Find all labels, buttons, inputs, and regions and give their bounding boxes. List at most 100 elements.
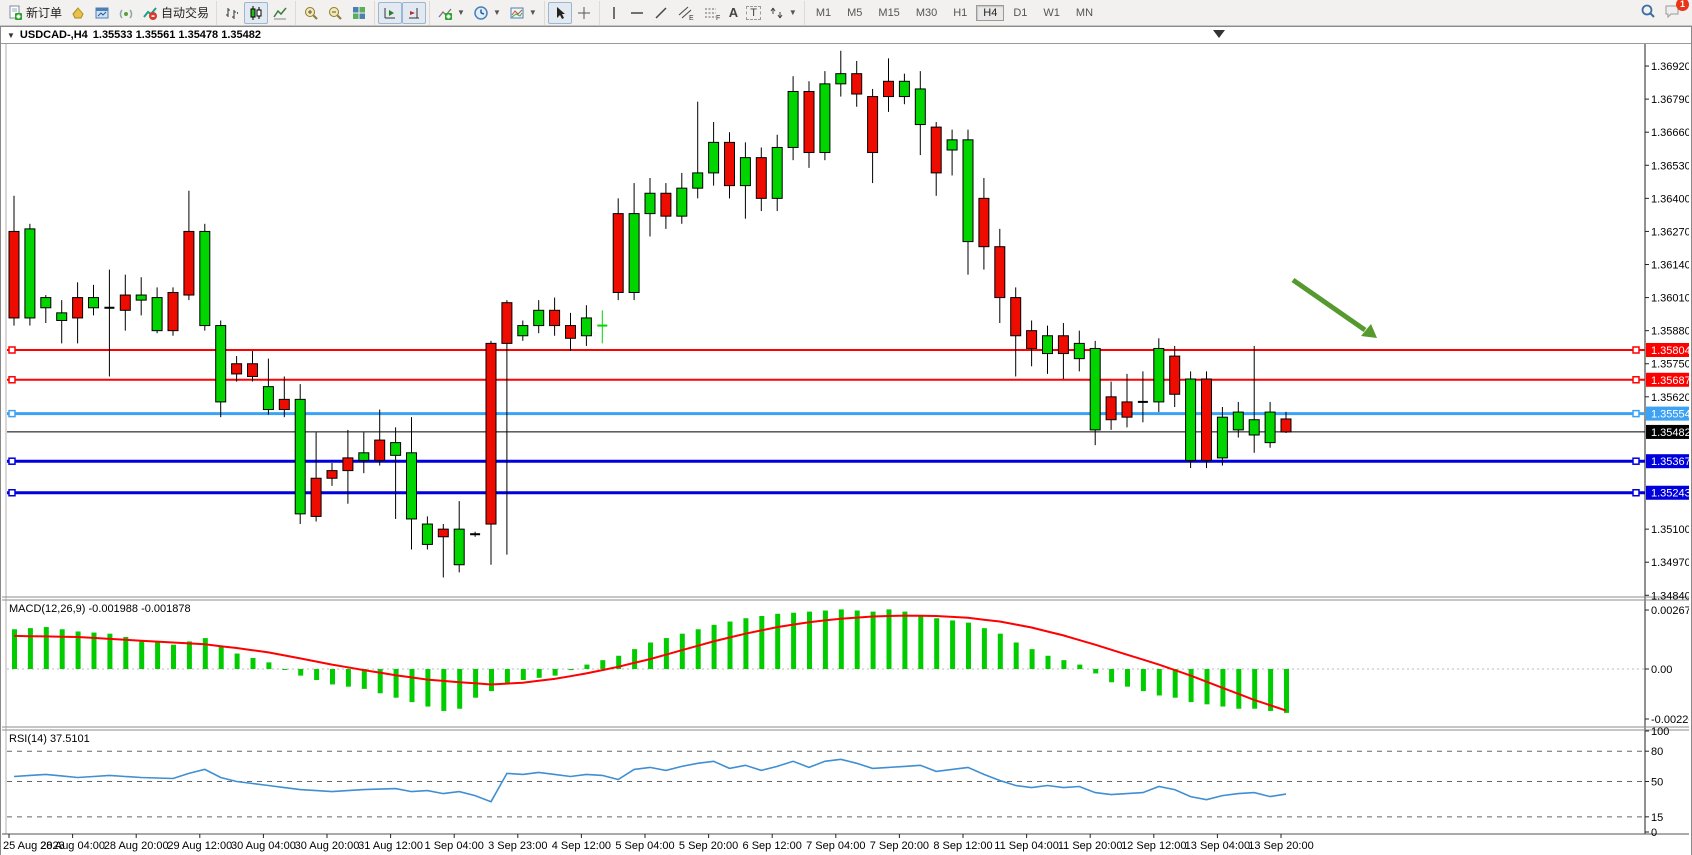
timeframe-mn[interactable]: MN xyxy=(1069,5,1100,21)
svg-text:1.35482: 1.35482 xyxy=(1651,427,1689,439)
svg-text:29 Aug 12:00: 29 Aug 12:00 xyxy=(167,840,232,852)
zoom-in-button[interactable] xyxy=(299,2,323,24)
chart-shift-icon xyxy=(406,5,422,21)
svg-text:1.35554: 1.35554 xyxy=(1651,409,1689,421)
auto-scroll-icon xyxy=(382,5,398,21)
tile-windows-icon xyxy=(351,5,367,21)
svg-text:11 Sep 04:00: 11 Sep 04:00 xyxy=(994,840,1059,852)
dropdown-caret-icon: ▼ xyxy=(493,8,501,17)
auto-trading-button[interactable]: 自动交易 xyxy=(138,2,213,24)
timeframe-toolbar: M1 M5 M15 M30 H1 H4 D1 W1 MN xyxy=(804,1,1104,25)
timeframe-m5[interactable]: M5 xyxy=(840,5,869,21)
indicators-button[interactable]: ▼ xyxy=(433,2,469,24)
periods-button[interactable]: ▼ xyxy=(469,2,505,24)
svg-text:15: 15 xyxy=(1651,812,1663,824)
svg-text:28 Aug 20:00: 28 Aug 20:00 xyxy=(104,840,169,852)
new-order-button[interactable]: 新订单 xyxy=(3,2,66,24)
svg-text:1.36140: 1.36140 xyxy=(1651,260,1689,272)
svg-text:4 Sep 12:00: 4 Sep 12:00 xyxy=(552,840,611,852)
auto-scroll-button[interactable] xyxy=(378,2,402,24)
trendline-button[interactable] xyxy=(649,2,673,24)
timeframe-h1[interactable]: H1 xyxy=(946,5,974,21)
fibonacci-icon: F xyxy=(703,5,721,21)
svg-text:7 Sep 04:00: 7 Sep 04:00 xyxy=(806,840,865,852)
svg-text:50: 50 xyxy=(1651,777,1663,789)
new-order-icon xyxy=(7,5,23,21)
vertical-line-button[interactable] xyxy=(603,2,625,24)
notification-badge: 1 xyxy=(1676,0,1689,11)
svg-text:80: 80 xyxy=(1651,746,1663,758)
line-chart-button[interactable] xyxy=(268,2,292,24)
templates-button[interactable]: ▼ xyxy=(505,2,541,24)
svg-text:1.35750: 1.35750 xyxy=(1651,359,1689,371)
horizontal-line-icon xyxy=(629,5,645,21)
svg-text:28 Aug 04:00: 28 Aug 04:00 xyxy=(40,840,105,852)
dropdown-caret-icon: ▼ xyxy=(457,8,465,17)
text-label-button[interactable]: T xyxy=(742,2,765,24)
svg-text:1.36790: 1.36790 xyxy=(1651,94,1689,106)
svg-text:100: 100 xyxy=(1651,726,1669,738)
text-button[interactable]: A xyxy=(725,2,742,24)
svg-text:0.00: 0.00 xyxy=(1651,664,1672,676)
timeframe-m30[interactable]: M30 xyxy=(909,5,944,21)
main-toolbar: 新订单 自动交易 xyxy=(0,0,1692,26)
svg-text:1.35243: 1.35243 xyxy=(1651,488,1689,500)
svg-text:13 Sep 04:00: 13 Sep 04:00 xyxy=(1185,840,1250,852)
fibo-f-glyph: F xyxy=(716,15,720,21)
svg-text:1.34970: 1.34970 xyxy=(1651,557,1689,569)
text-icon: A xyxy=(729,5,738,20)
notifications-button[interactable]: 1 xyxy=(1664,3,1682,22)
svg-text:1.36270: 1.36270 xyxy=(1651,226,1689,238)
market-watch-button[interactable] xyxy=(90,2,114,24)
candlestick-icon xyxy=(248,5,264,21)
tile-windows-button[interactable] xyxy=(347,2,371,24)
chart-canvas[interactable]: 1.369201.367901.366601.365301.364001.362… xyxy=(1,27,1689,853)
svg-text:30 Aug 04:00: 30 Aug 04:00 xyxy=(231,840,296,852)
svg-text:1.36530: 1.36530 xyxy=(1651,160,1689,172)
search-icon[interactable] xyxy=(1640,3,1656,22)
fibonacci-button[interactable]: F xyxy=(699,2,725,24)
svg-text:1.36920: 1.36920 xyxy=(1651,61,1689,73)
styler-button[interactable] xyxy=(66,2,90,24)
timeframe-m15[interactable]: M15 xyxy=(871,5,906,21)
svg-text:0.002671: 0.002671 xyxy=(1651,605,1689,617)
timeframe-m1[interactable]: M1 xyxy=(809,5,838,21)
svg-text:1.35367: 1.35367 xyxy=(1651,456,1689,468)
candlestick-chart-button[interactable] xyxy=(244,2,268,24)
svg-text:12 Sep 12:00: 12 Sep 12:00 xyxy=(1121,840,1186,852)
chart-shift-button[interactable] xyxy=(402,2,426,24)
cursor-button[interactable] xyxy=(548,2,572,24)
dropdown-caret-icon: ▼ xyxy=(789,8,797,17)
trendline-icon xyxy=(653,5,669,21)
bar-chart-button[interactable] xyxy=(220,2,244,24)
timeframe-d1[interactable]: D1 xyxy=(1006,5,1034,21)
svg-text:-0.002265: -0.002265 xyxy=(1651,714,1689,726)
horizontal-line-button[interactable] xyxy=(625,2,649,24)
timeframe-w1[interactable]: W1 xyxy=(1036,5,1067,21)
bucket-icon xyxy=(70,5,86,21)
signal-icon xyxy=(118,5,134,21)
arrows-icon xyxy=(769,5,785,21)
svg-text:1.35804: 1.35804 xyxy=(1651,345,1689,357)
crosshair-button[interactable] xyxy=(572,2,596,24)
timeframe-h4[interactable]: H4 xyxy=(976,5,1004,21)
zoom-out-button[interactable] xyxy=(323,2,347,24)
svg-text:6 Sep 12:00: 6 Sep 12:00 xyxy=(743,840,802,852)
auto-trading-icon xyxy=(142,5,158,21)
svg-text:11 Sep 20:00: 11 Sep 20:00 xyxy=(1058,840,1123,852)
svg-text:1 Sep 04:00: 1 Sep 04:00 xyxy=(425,840,484,852)
equidistant-channel-button[interactable]: E xyxy=(673,2,699,24)
signals-button[interactable] xyxy=(114,2,138,24)
svg-text:5 Sep 20:00: 5 Sep 20:00 xyxy=(679,840,738,852)
svg-text:1.36010: 1.36010 xyxy=(1651,293,1689,305)
svg-text:5 Sep 04:00: 5 Sep 04:00 xyxy=(615,840,674,852)
svg-text:1.35100: 1.35100 xyxy=(1651,524,1689,536)
crosshair-icon xyxy=(576,5,592,21)
bar-chart-icon xyxy=(224,5,240,21)
new-order-label: 新订单 xyxy=(26,4,62,21)
channel-icon: E xyxy=(677,5,695,21)
svg-text:0: 0 xyxy=(1651,827,1657,839)
auto-trading-label: 自动交易 xyxy=(161,4,209,21)
arrows-button[interactable]: ▼ xyxy=(765,2,801,24)
template-icon xyxy=(509,5,525,21)
